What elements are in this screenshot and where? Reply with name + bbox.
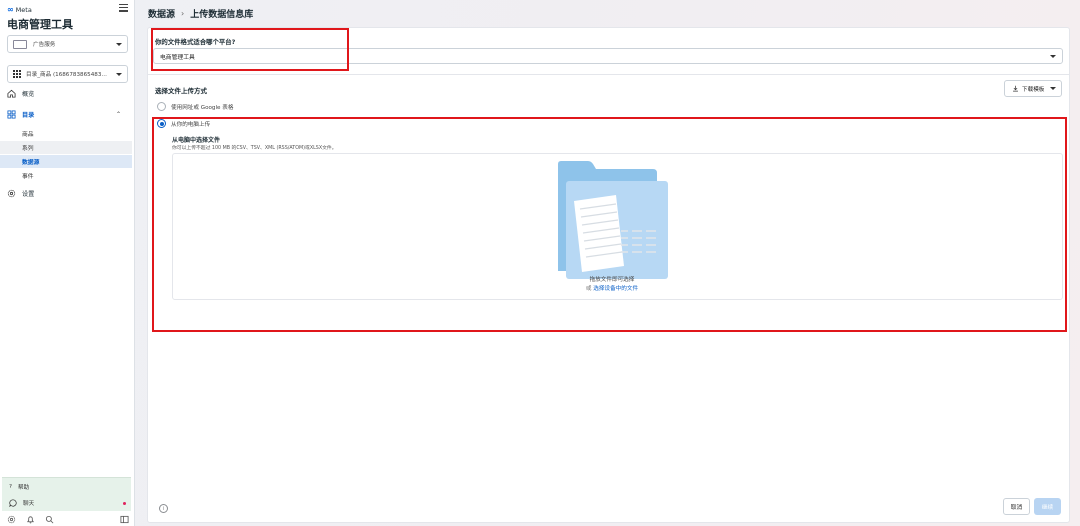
download-icon — [1013, 85, 1018, 92]
breadcrumb-current: 上传数据信息库 — [190, 10, 254, 20]
panel-layout-icon[interactable] — [120, 515, 129, 524]
bell-icon[interactable] — [26, 515, 35, 524]
meta-label: Meta — [15, 5, 32, 14]
search-icon[interactable] — [45, 515, 54, 524]
sidebar-item-data-sources[interactable]: 数据源 — [0, 155, 132, 168]
chat-label: 聊天 — [23, 501, 35, 507]
chevron-right-icon: › — [181, 9, 185, 18]
sidebar-item-events[interactable]: 事件 — [0, 169, 132, 182]
ad-account-dropdown[interactable]: 广告服务 — [7, 35, 128, 53]
help-link[interactable]: ? 帮助 — [9, 483, 29, 491]
nav-catalog[interactable]: 目录 ⌃ — [7, 110, 121, 119]
chevron-down-icon — [116, 73, 122, 76]
chevron-up-icon[interactable]: ⌃ — [116, 111, 121, 118]
sidebar-support-panel: ? 帮助 聊天 — [2, 477, 131, 511]
question-icon: ? — [9, 484, 12, 490]
cancel-button[interactable]: 取消 — [1003, 498, 1030, 515]
settings-icon[interactable] — [7, 515, 16, 524]
hamburger-menu-icon[interactable] — [119, 4, 128, 13]
ad-account-label: 广告服务 — [33, 42, 56, 48]
notification-dot — [123, 502, 126, 505]
divider — [148, 74, 1069, 75]
grid-icon — [13, 70, 21, 78]
breadcrumb: 数据源 › 上传数据信息库 — [148, 7, 253, 20]
download-template-button[interactable]: 下载模板 — [1004, 80, 1062, 97]
download-template-label: 下载模板 — [1022, 86, 1045, 93]
continue-button[interactable]: 继续 — [1034, 498, 1061, 515]
chat-link[interactable]: 聊天 — [9, 499, 34, 507]
nav-overview-label: 概览 — [22, 91, 35, 98]
chat-bubble-icon — [9, 499, 17, 507]
chevron-down-icon — [1050, 55, 1056, 58]
breadcrumb-data-sources[interactable]: 数据源 — [148, 7, 175, 20]
chevron-down-icon — [1050, 87, 1057, 90]
chevron-down-icon — [116, 43, 122, 46]
sidebar: ∞ Meta 电商管理工具 广告服务 目录_商品 (1686783865483…… — [0, 0, 135, 526]
catalog-grid-icon — [7, 110, 16, 119]
radio-web-label: 使用网址或 Google 表格 — [171, 104, 234, 111]
catalog-label: 目录_商品 (1686783865483… — [26, 72, 107, 78]
catalog-dropdown[interactable]: 目录_商品 (1686783865483… — [7, 65, 128, 83]
radio-button[interactable] — [157, 102, 166, 111]
sidebar-item-products[interactable]: 商品 — [0, 127, 132, 140]
meta-logo: ∞ Meta — [7, 5, 32, 14]
app-title: 电商管理工具 — [7, 18, 73, 31]
info-icon[interactable]: i — [159, 504, 168, 513]
nav-settings[interactable]: 设置 — [7, 189, 34, 198]
nav-catalog-label: 目录 — [22, 112, 35, 119]
upload-panel: 你的文件格式适合哪个平台? 电商管理工具 选择文件上传方式 下载模板 使用网址或… — [147, 27, 1070, 523]
sidebar-item-series[interactable]: 系列 — [0, 141, 132, 154]
help-label: 帮助 — [17, 485, 30, 491]
nav-overview[interactable]: 概览 — [7, 89, 34, 98]
highlight-box-platform — [151, 28, 349, 71]
radio-option-web[interactable]: 使用网址或 Google 表格 — [157, 102, 233, 111]
ad-account-icon — [13, 39, 27, 49]
upload-method-title: 选择文件上传方式 — [155, 87, 207, 95]
nav-settings-label: 设置 — [22, 191, 35, 198]
gear-icon — [7, 189, 16, 198]
meta-infinity-icon: ∞ — [7, 5, 14, 14]
sidebar-footer — [7, 514, 129, 524]
highlight-box-upload — [152, 117, 1067, 332]
home-icon — [7, 89, 16, 98]
